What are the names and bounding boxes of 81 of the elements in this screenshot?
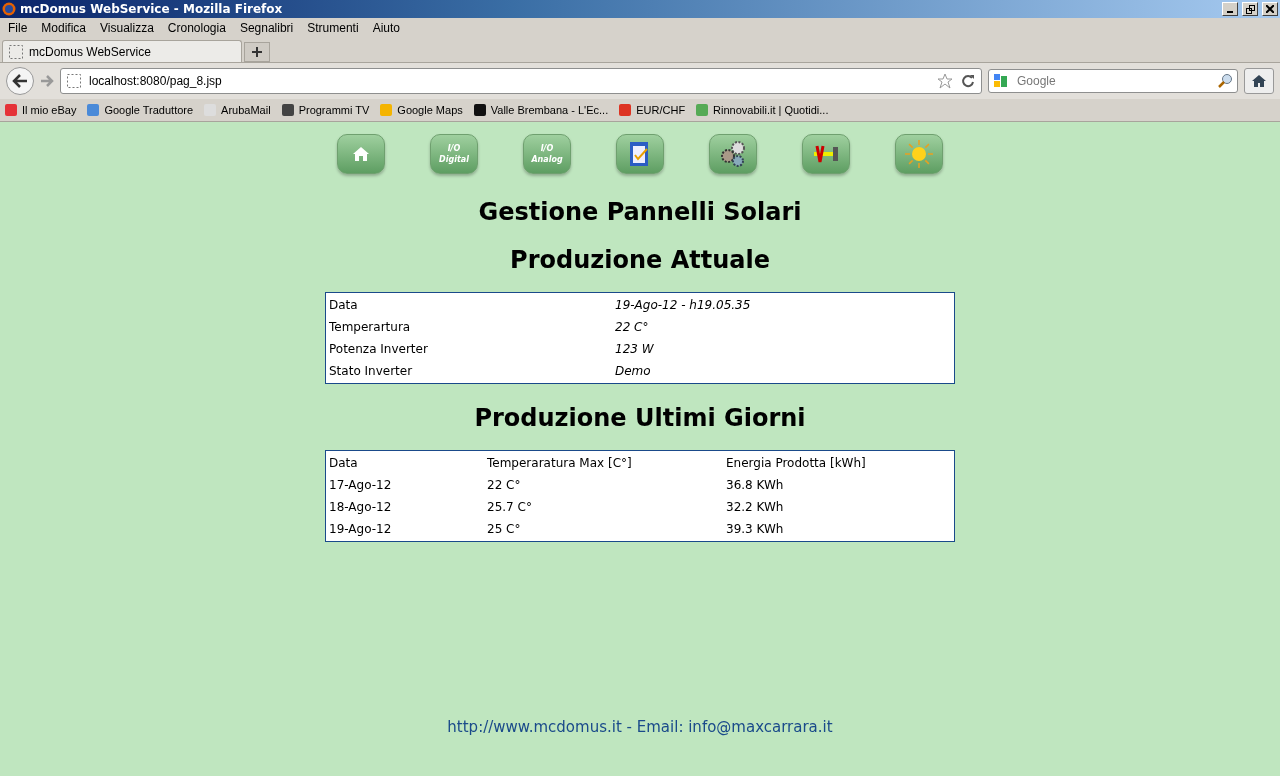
page-icon	[9, 44, 23, 59]
page-title: Gestione Pannelli Solari	[478, 198, 802, 226]
column-header: Temperaratura Max [C°]	[486, 455, 633, 472]
table-cell-text: 17-Ago-12	[328, 477, 393, 494]
menu-item[interactable]: File	[2, 21, 36, 35]
column-header: Data	[328, 455, 359, 472]
bookmark-link[interactable]: Google Traduttore	[86, 103, 194, 117]
bookmark-icon	[280, 103, 295, 117]
bookmark-link[interactable]: EUR/CHF	[618, 103, 686, 117]
table-cell-text: Temperartura	[328, 319, 412, 336]
bookmark-icon	[695, 103, 710, 117]
nav-button[interactable]	[616, 134, 664, 174]
button-label: Digital	[439, 154, 469, 165]
bookmark-link[interactable]: ArubaMail	[203, 103, 271, 117]
close-icon	[1266, 5, 1274, 13]
table-cell-text: 22 C°	[614, 319, 650, 336]
menu-item[interactable]: Cronologia	[161, 21, 234, 35]
window-title: mcDomus WebService - Mozilla Firefox	[20, 2, 284, 16]
bookmark-link[interactable]: Il mio eBay	[4, 103, 77, 117]
menu-item[interactable]: Strumenti	[301, 21, 367, 35]
restore-button[interactable]	[1242, 2, 1258, 16]
home-icon	[1251, 74, 1267, 88]
search-bar[interactable]: Google	[988, 69, 1238, 93]
bookmark-icon	[472, 103, 487, 117]
button-label: I/O	[540, 143, 554, 154]
gears-icon	[719, 140, 747, 168]
tools-icon	[811, 143, 841, 165]
button-label: Analog	[531, 154, 563, 165]
column-header: Energia Prodotta [kWh]	[725, 455, 867, 472]
menu-item[interactable]: Aiuto	[366, 21, 408, 35]
back-button[interactable]	[6, 67, 34, 95]
page-icon	[67, 74, 81, 88]
table-cell-text: Demo	[614, 363, 652, 380]
table-cell-text: 39.3 KWh	[725, 521, 785, 538]
nav-button[interactable]	[337, 134, 385, 174]
table-cell-text: 32.2 KWh	[725, 499, 785, 516]
reload-icon[interactable]	[961, 74, 975, 88]
table-cell-text: 18-Ago-12	[328, 499, 393, 516]
section-heading: Produzione Ultimi Giorni	[474, 404, 806, 432]
nav-button[interactable]	[709, 134, 757, 174]
star-icon[interactable]	[937, 73, 953, 89]
home-icon	[352, 145, 370, 163]
new-tab-button[interactable]	[244, 42, 270, 62]
table-cell-text: 25.7 C°	[486, 499, 533, 516]
bookmark-link[interactable]: Google Maps	[379, 103, 463, 117]
table-cell-text: 36.8 KWh	[725, 477, 785, 494]
menu-item[interactable]: Visualizza	[94, 21, 162, 35]
email-link[interactable]: info@maxcarrara.it	[688, 718, 833, 736]
bookmark-icon	[4, 103, 18, 117]
table-cell-text: 19-Ago-12	[328, 521, 393, 538]
address-bar[interactable]: localhost:8080/pag_8.jsp	[60, 68, 982, 94]
table-cell-text: 22 C°	[486, 477, 522, 494]
back-arrow-icon	[12, 74, 28, 88]
restore-icon	[1245, 4, 1255, 14]
browser-tab[interactable]: mcDomus WebService	[2, 40, 242, 62]
sun-icon	[904, 139, 934, 169]
nav-button[interactable]	[802, 134, 850, 174]
bookmark-icon	[86, 103, 101, 117]
section-heading: Produzione Attuale	[510, 246, 770, 274]
menu-item[interactable]: Modifica	[35, 21, 95, 35]
search-icon[interactable]	[1217, 73, 1233, 89]
menu-item[interactable]: Segnalibri	[233, 21, 302, 35]
plus-icon	[251, 46, 263, 58]
bookmark-icon	[618, 103, 633, 117]
bookmark-link[interactable]: Valle Brembana - L'Ec...	[472, 103, 609, 117]
table-cell-text: Data	[328, 297, 359, 314]
table-cell-text: 123 W	[614, 341, 655, 358]
home-button[interactable]	[1244, 68, 1274, 94]
table-cell-text: Potenza Inverter	[328, 341, 429, 358]
website-link[interactable]: http://www.mcdomus.it	[447, 718, 622, 736]
close-button[interactable]	[1262, 2, 1278, 16]
button-label: I/O	[447, 143, 461, 154]
footer-text: - Email:	[625, 718, 685, 736]
table-cell-text: 19-Ago-12 - h19.05.35	[614, 297, 752, 314]
bookmark-link[interactable]: Rinnovabili.it | Quotidi...	[695, 103, 829, 117]
browser-logo-icon	[2, 2, 16, 16]
bookmark-link[interactable]: Programmi TV	[280, 103, 370, 117]
minimize-button[interactable]	[1222, 2, 1238, 16]
bookmark-icon	[379, 103, 394, 117]
table-cell-text: Stato Inverter	[328, 363, 414, 380]
table-cell-text: 25 C°	[486, 521, 522, 538]
